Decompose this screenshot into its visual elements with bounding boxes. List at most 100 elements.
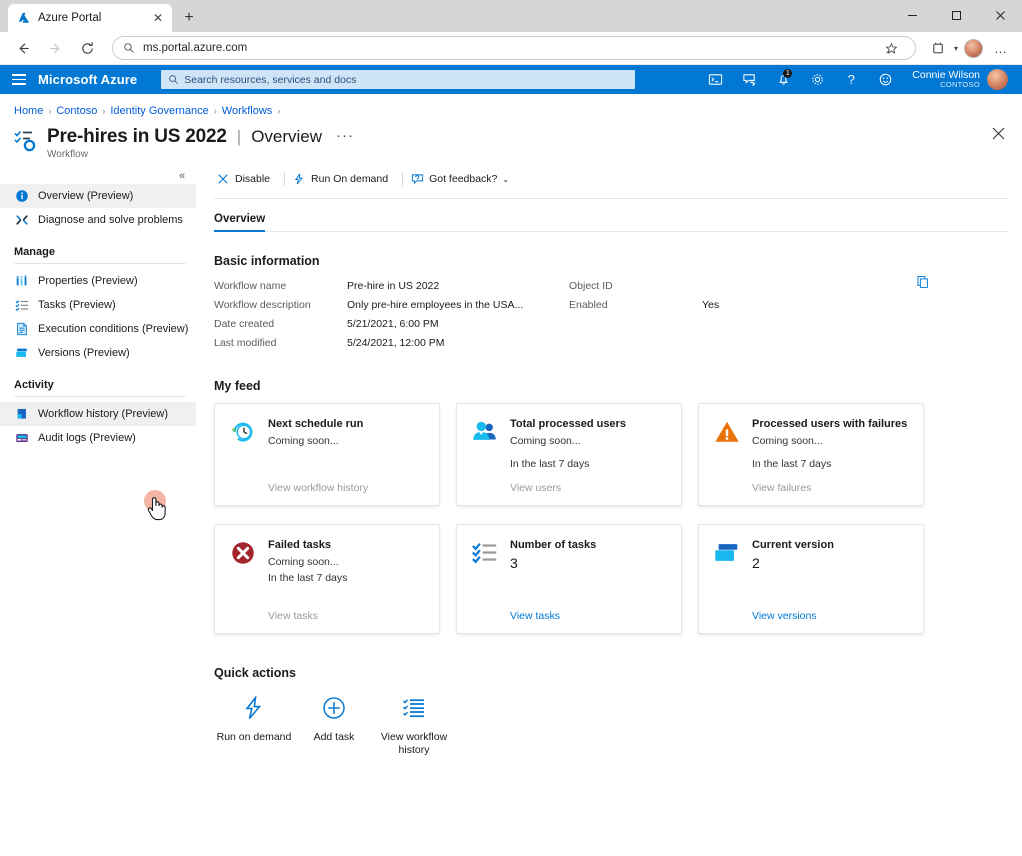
run-on-demand-button[interactable]: Run On demand [290,168,397,190]
card-title: Failed tasks [268,539,425,551]
my-feed-row-2: Failed tasks Coming soon... In the last … [214,524,1022,634]
sidebar-item-label: Execution conditions (Preview) [38,323,188,335]
azure-brand[interactable]: Microsoft Azure [38,72,137,87]
card-processed-users-with-failures[interactable]: Processed users with failures Coming soo… [698,403,924,506]
notifications-bell-icon[interactable]: 1 [766,65,800,94]
browser-tab[interactable]: Azure Portal ✕ [8,4,172,32]
audit-logs-icon [14,431,29,446]
feedback-icon [410,172,424,186]
browser-more-icon[interactable]: … [988,35,1014,61]
breadcrumb-item-identity-governance[interactable]: Identity Governance [110,105,208,117]
blade-sidebar: « Overview (Preview) Diagnose and solve … [0,168,196,757]
sidebar-item-versions[interactable]: Versions (Preview) [0,341,196,365]
versions-stack-icon [713,539,741,567]
card-title: Total processed users [510,418,667,430]
avatar [987,69,1008,90]
browser-toolbar: ms.portal.azure.com ▾ … [0,32,1022,65]
sidebar-item-execution-conditions[interactable]: Execution conditions (Preview) [0,317,196,341]
card-next-schedule-run[interactable]: Next schedule run Coming soon... View wo… [214,403,440,506]
gear-icon[interactable] [800,65,834,94]
chevron-down-icon[interactable]: ⌄ [502,175,509,184]
collections-icon[interactable] [926,35,952,61]
my-feed-heading: My feed [214,379,1022,393]
cloud-shell-icon[interactable] [698,65,732,94]
card-link-view-tasks[interactable]: View tasks [268,610,425,622]
card-failed-tasks[interactable]: Failed tasks Coming soon... In the last … [214,524,440,634]
sidebar-item-overview[interactable]: Overview (Preview) [0,184,196,208]
help-icon[interactable]: ? [834,65,868,94]
close-blade-button[interactable] [986,121,1010,145]
content-tabs: Overview [214,209,1022,232]
user-account-menu[interactable]: Connie Wilson CONTOSO [902,65,1016,94]
browser-titlebar: Azure Portal ✕ + [0,0,1022,32]
quick-actions-section: Quick actions Run on demand Add task [214,666,1022,757]
user-org: CONTOSO [912,81,980,89]
quick-action-add-task[interactable]: Add task [294,694,374,757]
card-link-view-users[interactable]: View users [510,482,667,494]
card-link-view-versions[interactable]: View versions [752,610,909,622]
card-link-view-failures[interactable]: View failures [752,482,909,494]
sidebar-item-label: Overview (Preview) [38,190,133,202]
sidebar-item-properties[interactable]: Properties (Preview) [0,269,196,293]
card-link-view-tasks[interactable]: View tasks [510,610,667,622]
card-period: In the last 7 days [510,458,667,470]
basic-information-right-values: Yes [702,277,719,353]
page-more-menu[interactable]: ··· [336,127,354,148]
sidebar-item-tasks[interactable]: Tasks (Preview) [0,293,196,317]
search-icon [168,74,179,85]
card-link-view-workflow-history[interactable]: View workflow history [268,482,425,494]
minimize-button[interactable] [890,0,934,30]
new-tab-button[interactable]: + [176,5,202,31]
info-value-workflow-name: Pre-hire in US 2022 [347,277,523,296]
collapse-sidebar-button[interactable]: « [172,166,192,186]
card-value: 3 [510,555,667,571]
schedule-clock-icon [229,418,257,446]
basic-information-left-values: Pre-hire in US 2022 Only pre-hire employ… [347,277,523,353]
feedback-smiley-icon[interactable] [868,65,902,94]
sidebar-item-diagnose[interactable]: Diagnose and solve problems [0,208,196,232]
maximize-button[interactable] [934,0,978,30]
copy-icon[interactable] [914,273,932,291]
tabs-divider [214,231,1008,232]
quick-action-view-workflow-history[interactable]: View workflow history [374,694,454,757]
tab-overview[interactable]: Overview [214,213,265,232]
quick-action-run-on-demand[interactable]: Run on demand [214,694,294,757]
back-arrow-icon[interactable] [8,34,38,62]
close-window-button[interactable] [978,0,1022,30]
workflow-icon [14,128,40,154]
favorite-star-icon[interactable] [879,35,905,61]
profile-avatar[interactable] [960,35,986,61]
card-total-processed-users[interactable]: Total processed users Coming soon... In … [456,403,682,506]
page-title: Pre-hires in US 2022 [47,126,227,148]
breadcrumb-separator: › [102,106,105,116]
chevron-down-icon[interactable]: ▾ [954,44,958,53]
history-icon [14,407,29,422]
directories-filter-icon[interactable] [732,65,766,94]
info-label: Object ID [569,277,702,296]
breadcrumb-item-workflows[interactable]: Workflows [222,105,273,117]
sidebar-item-label: Diagnose and solve problems [38,214,183,226]
sidebar-item-label: Workflow history (Preview) [38,408,168,420]
info-value-object-id [702,277,719,296]
breadcrumb-item-home[interactable]: Home [14,105,43,117]
card-number-of-tasks[interactable]: Number of tasks 3 View tasks [456,524,682,634]
breadcrumb-item-contoso[interactable]: Contoso [56,105,97,117]
reload-icon[interactable] [72,34,102,62]
cross-icon [216,172,230,186]
disable-button[interactable]: Disable [214,168,279,190]
breadcrumb: Home › Contoso › Identity Governance › W… [0,94,1022,117]
address-bar[interactable]: ms.portal.azure.com [112,36,916,60]
got-feedback-button[interactable]: Got feedback? ⌄ [408,168,518,190]
card-title: Number of tasks [510,539,667,551]
card-current-version[interactable]: Current version 2 View versions [698,524,924,634]
close-tab-icon[interactable]: ✕ [150,10,166,26]
sidebar-divider [14,396,186,397]
sidebar-item-workflow-history[interactable]: Workflow history (Preview) [0,402,196,426]
global-search-input[interactable]: Search resources, services and docs [161,70,635,89]
sidebar-item-audit-logs[interactable]: Audit logs (Preview) [0,426,196,450]
quick-action-label: Add task [314,731,355,744]
menu-hamburger-icon[interactable] [0,65,38,94]
workflow-blade: Home › Contoso › Identity Governance › W… [0,94,1022,856]
info-label: Workflow description [214,296,347,315]
got-feedback-label: Got feedback? [429,173,497,185]
